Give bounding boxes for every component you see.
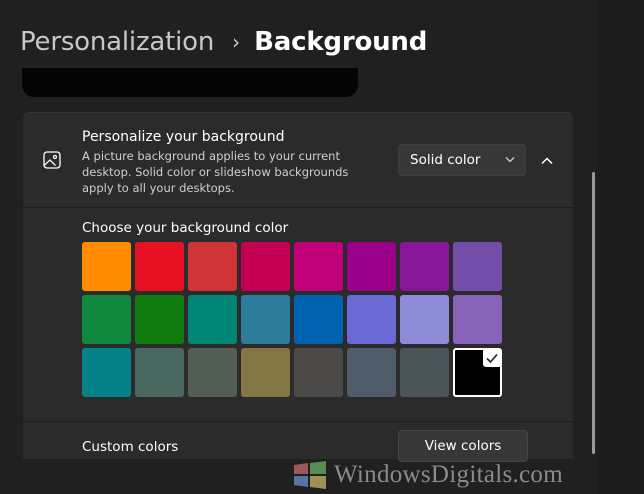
color-swatch[interactable]: [188, 348, 237, 397]
color-swatch[interactable]: [241, 295, 290, 344]
color-swatch[interactable]: [453, 242, 502, 291]
color-swatch[interactable]: [82, 348, 131, 397]
color-swatch[interactable]: [188, 242, 237, 291]
color-swatch[interactable]: [241, 348, 290, 397]
page-title: Background: [254, 27, 428, 57]
color-swatch[interactable]: [294, 295, 343, 344]
divider: [23, 421, 573, 422]
divider: [23, 207, 573, 208]
watermark-text: WindowsDigitals.com: [334, 461, 563, 488]
color-swatch[interactable]: [135, 295, 184, 344]
color-swatch[interactable]: [347, 348, 396, 397]
scrollbar[interactable]: [592, 172, 595, 454]
chevron-up-icon[interactable]: [535, 149, 559, 173]
color-swatch[interactable]: [453, 348, 502, 397]
color-swatch[interactable]: [82, 242, 131, 291]
custom-colors-label: Custom colors: [82, 439, 179, 455]
desktop-preview: [22, 68, 358, 97]
color-swatch[interactable]: [188, 295, 237, 344]
breadcrumb-personalization[interactable]: Personalization: [20, 27, 214, 57]
breadcrumb-separator: ›: [232, 30, 241, 54]
color-swatch[interactable]: [400, 348, 449, 397]
color-swatch[interactable]: [294, 242, 343, 291]
breadcrumb: Personalization › Background: [20, 22, 427, 62]
personalize-background-card: Personalize your background A picture ba…: [23, 112, 573, 462]
card-description: A picture background applies to your cur…: [82, 149, 349, 195]
color-swatch[interactable]: [400, 295, 449, 344]
color-swatch[interactable]: [241, 242, 290, 291]
windows-logo-icon: [294, 461, 326, 489]
color-swatch[interactable]: [400, 242, 449, 291]
color-swatch[interactable]: [453, 295, 502, 344]
color-swatch[interactable]: [347, 242, 396, 291]
dropdown-value: Solid color: [410, 152, 481, 168]
chevron-down-icon: [505, 157, 515, 163]
picture-icon: [43, 151, 61, 169]
card-title: Personalize your background: [82, 129, 285, 145]
color-swatch[interactable]: [135, 348, 184, 397]
color-swatch[interactable]: [82, 295, 131, 344]
watermark: WindowsDigitals.com: [292, 458, 563, 492]
color-swatch[interactable]: [347, 295, 396, 344]
choose-color-label: Choose your background color: [82, 220, 289, 236]
checkmark-icon: [483, 349, 501, 367]
color-swatch[interactable]: [135, 242, 184, 291]
window-edge: [598, 0, 644, 494]
color-swatch[interactable]: [294, 348, 343, 397]
background-type-dropdown[interactable]: Solid color: [398, 144, 526, 176]
